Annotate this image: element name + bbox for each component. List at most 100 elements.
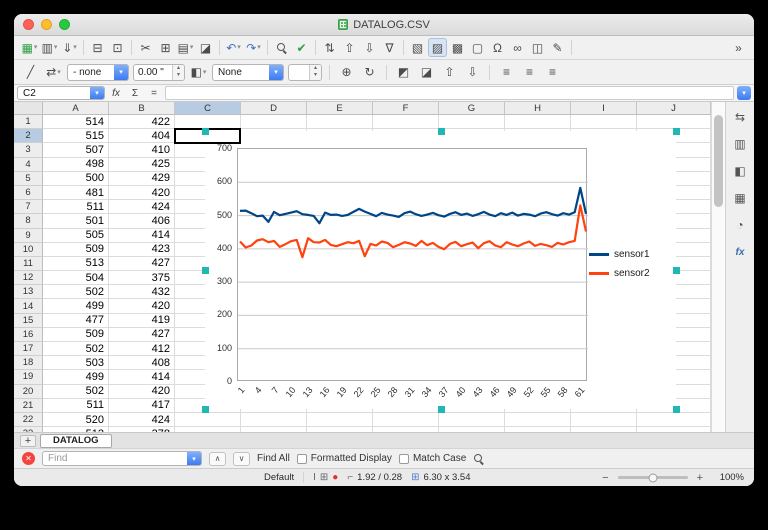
find-previous-button[interactable]: ∧ [209,452,226,466]
formula-input[interactable] [165,86,734,100]
cell-J22[interactable] [637,413,711,427]
align-left-button[interactable]: ≡ [497,63,516,82]
chart-selection-handle[interactable] [202,406,209,413]
expand-formula-bar-button[interactable] [737,86,751,100]
dropdown-caret-icon[interactable]: ▾ [203,69,207,76]
row-header-12[interactable]: 12 [14,271,43,285]
cell-H1[interactable] [505,115,571,129]
autofilter-button[interactable]: ∇ [380,38,399,57]
cell-F23[interactable] [373,427,439,432]
dropdown-caret-icon[interactable]: ▾ [190,44,194,51]
zoom-button[interactable] [59,19,70,30]
name-box[interactable]: C2 [17,86,105,100]
row-header-19[interactable]: 19 [14,370,43,384]
row-header-14[interactable]: 14 [14,299,43,313]
paste-button[interactable]: ▤▾ [176,38,195,57]
cell-G23[interactable] [439,427,505,432]
row-header-10[interactable]: 10 [14,243,43,257]
area-style-select[interactable]: None [212,64,284,81]
zoom-slider[interactable] [618,476,688,479]
open-button[interactable]: ▥▾ [40,38,59,57]
cell-B11[interactable]: 427 [109,257,175,271]
row-header-5[interactable]: 5 [14,172,43,186]
find-replace-button[interactable] [272,38,291,57]
row-header-21[interactable]: 21 [14,399,43,413]
cell-A21[interactable]: 511 [43,399,109,413]
cell-B10[interactable]: 423 [109,243,175,257]
properties-deck-icon[interactable]: ▥ [730,135,750,153]
row-header-6[interactable]: 6 [14,186,43,200]
chart-selection-handle[interactable] [202,128,209,135]
redo-button[interactable]: ↷▾ [244,38,263,57]
styles-deck-icon[interactable]: ◧ [730,162,750,180]
cell-B15[interactable]: 419 [109,314,175,328]
toolbar-overflow-button[interactable]: » [729,38,748,57]
row-header-8[interactable]: 8 [14,214,43,228]
sort-button[interactable]: ⇅ [320,38,339,57]
cell-A13[interactable]: 502 [43,285,109,299]
cell-A10[interactable]: 509 [43,243,109,257]
cell-A20[interactable]: 502 [43,385,109,399]
line-color-button[interactable]: ◧▾ [189,63,208,82]
dropdown-caret-icon[interactable]: ▾ [237,44,241,51]
row-header-17[interactable]: 17 [14,342,43,356]
cell-B20[interactable]: 420 [109,385,175,399]
cell-A6[interactable]: 481 [43,186,109,200]
dropdown-caret-icon[interactable]: ▾ [73,44,77,51]
chart-object[interactable]: 0100200300400500600700 14710131619222528… [205,131,676,409]
new-spreadsheet-button[interactable]: ▦▾ [20,38,39,57]
rotate-button[interactable]: ↻ [360,63,379,82]
cell-B4[interactable]: 425 [109,158,175,172]
chart-selection-handle[interactable] [438,406,445,413]
column-header-j[interactable]: J [637,102,711,114]
cell-A11[interactable]: 513 [43,257,109,271]
copy-button[interactable]: ⊞ [156,38,175,57]
cell-B6[interactable]: 420 [109,186,175,200]
area-style-select-dropdown[interactable] [269,65,283,80]
column-header-h[interactable]: H [505,102,571,114]
cell-A3[interactable]: 507 [43,143,109,157]
cell-I1[interactable] [571,115,637,129]
row-header-3[interactable]: 3 [14,143,43,157]
row-header-4[interactable]: 4 [14,158,43,172]
cell-A14[interactable]: 499 [43,299,109,313]
find-input-dropdown[interactable] [187,452,201,465]
cell-B23[interactable]: 378 [109,427,175,432]
page-style[interactable]: Default [264,472,294,483]
cell-A23[interactable]: 512 [43,427,109,432]
cell-F1[interactable] [373,115,439,129]
cell-B1[interactable]: 422 [109,115,175,129]
row-header-1[interactable]: 1 [14,115,43,129]
cell-A8[interactable]: 501 [43,214,109,228]
to-foreground-button[interactable]: ◩ [394,63,413,82]
cut-button[interactable]: ✂ [136,38,155,57]
cell-D22[interactable] [241,413,307,427]
match-case-checkbox-box[interactable] [399,454,409,464]
cell-B18[interactable]: 408 [109,356,175,370]
sum-button[interactable]: Σ [127,86,143,100]
cell-B2[interactable]: 404 [109,129,175,143]
cell-B8[interactable]: 406 [109,214,175,228]
selection-mode-icon[interactable]: ⊞ [320,472,328,483]
cell-A18[interactable]: 503 [43,356,109,370]
insert-comment-button[interactable]: ◫ [528,38,547,57]
align-centered-button[interactable]: ≡ [520,63,539,82]
name-box-dropdown[interactable] [90,87,104,99]
cell-I22[interactable] [571,413,637,427]
line-width-input[interactable]: 0.00 "▴▾ [133,64,185,81]
titlebar[interactable]: DATALOG.CSV [14,14,754,36]
cell-E22[interactable] [307,413,373,427]
row-header-7[interactable]: 7 [14,200,43,214]
line-width-input-steppers[interactable]: ▴▾ [172,65,184,80]
cell-A15[interactable]: 477 [43,314,109,328]
gallery-deck-icon[interactable]: ▦ [730,189,750,207]
close-find-bar-button[interactable]: ✕ [22,452,35,465]
cell-B16[interactable]: 427 [109,328,175,342]
insert-text-box-button[interactable]: ▢ [468,38,487,57]
column-header-e[interactable]: E [307,102,373,114]
functions-deck-icon[interactable]: fx [730,243,750,261]
cell-G22[interactable] [439,413,505,427]
cell-E1[interactable] [307,115,373,129]
chart-selection-handle[interactable] [202,267,209,274]
cell-A17[interactable]: 502 [43,342,109,356]
